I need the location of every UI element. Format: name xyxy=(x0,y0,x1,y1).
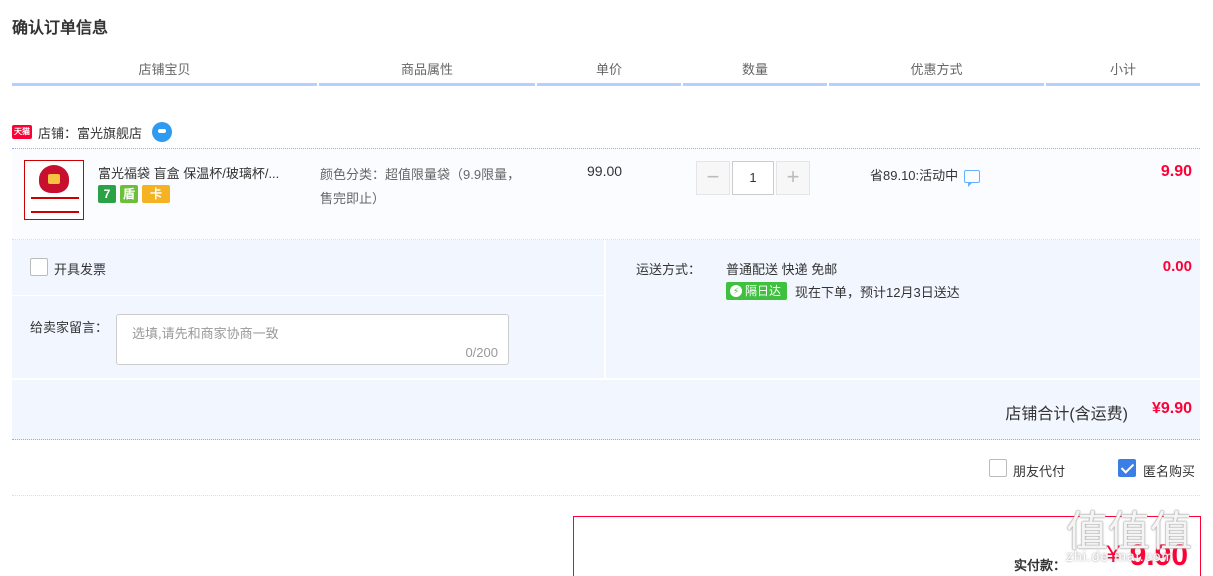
shipping-method: 普通配送 快递 免邮 xyxy=(726,262,838,277)
column-header-shop-item: 店铺宝贝 xyxy=(12,60,317,86)
shop-total-value: ¥9.90 xyxy=(1151,400,1192,417)
quantity-stepper: − 1 + xyxy=(696,161,810,195)
credit-card-icon[interactable]: 卡 xyxy=(142,185,170,203)
shipping-label: 运送方式： xyxy=(636,262,702,277)
seller-memo-textarea[interactable]: 选填,请先和商家协商一致 0/200 xyxy=(116,314,509,365)
next-day-badge-label: 隔日达 xyxy=(745,284,782,298)
page-title: 确认订单信息 xyxy=(12,20,109,37)
message-bubble-icon[interactable] xyxy=(964,170,981,187)
delivery-estimate: 现在下单，预计12月3日送达 xyxy=(795,285,960,300)
increase-quantity-button[interactable]: + xyxy=(776,161,810,195)
pane-divider xyxy=(604,240,606,378)
next-day-badge: ⚡ 隔日达 xyxy=(726,282,788,300)
quantity-input[interactable]: 1 xyxy=(732,161,774,195)
seven-day-return-icon[interactable]: 7 xyxy=(98,185,116,203)
column-header-discount: 优惠方式 xyxy=(829,60,1044,86)
item-thumbnail[interactable] xyxy=(24,160,84,220)
order-item-row: 富光福袋 盲盒 保温杯/玻璃杯/... 7 盾 卡 颜色分类：超值限量袋（9.9… xyxy=(12,148,1200,240)
memo-char-counter: 0/200 xyxy=(465,345,498,360)
discount-text: 省89.10:活动中 xyxy=(870,168,959,183)
item-subtotal: 9.90 xyxy=(1160,163,1192,180)
decrease-quantity-button[interactable]: − xyxy=(696,161,730,195)
anonymous-purchase-label: 匿名购买 xyxy=(1143,464,1196,479)
memo-label: 给卖家留言： xyxy=(30,320,109,335)
shop-total-label: 店铺合计(含运费) xyxy=(1005,406,1128,423)
invoice-row: 开具发票 xyxy=(12,240,604,296)
column-header-unit-price: 单价 xyxy=(537,60,681,86)
item-attributes: 颜色分类：超值限量袋（9.9限量，售完即止） xyxy=(320,167,521,206)
checkout-options-row: 朋友代付 匿名购买 xyxy=(12,456,1200,496)
friend-pay-label: 朋友代付 xyxy=(1013,464,1066,479)
lightning-icon: ⚡ xyxy=(730,285,742,297)
guarantee-shield-icon[interactable]: 盾 xyxy=(120,185,138,203)
item-name-link[interactable]: 富光福袋 盲盒 保温杯/玻璃杯/... xyxy=(98,163,312,182)
anonymous-purchase-checkbox[interactable] xyxy=(1118,459,1136,477)
chat-wangwang-icon[interactable] xyxy=(152,122,173,142)
actual-payment-value: 9.90 xyxy=(1129,539,1188,572)
column-header-quantity: 数量 xyxy=(683,60,827,86)
memo-placeholder: 选填,请先和商家协商一致 xyxy=(132,326,279,341)
column-header: 店铺宝贝 商品属性 单价 数量 优惠方式 小计 xyxy=(12,60,1200,86)
tmall-logo-icon: 天猫 xyxy=(12,125,32,139)
invoice-checkbox[interactable] xyxy=(30,258,48,276)
actual-payment-label: 实付款： xyxy=(1013,558,1066,573)
column-header-subtotal: 小计 xyxy=(1046,60,1200,86)
shop-row: 天猫 店铺：富光旗舰店 xyxy=(12,120,173,144)
column-header-attributes: 商品属性 xyxy=(319,60,535,86)
shop-name-link[interactable]: 店铺：富光旗舰店 xyxy=(38,123,142,142)
order-options-panel: 开具发票 给卖家留言： 选填,请先和商家协商一致 0/200 运送方式： 普通配… xyxy=(12,240,1200,378)
friend-pay-checkbox[interactable] xyxy=(989,459,1007,477)
payment-summary-box: 实付款： ¥ 9.90 xyxy=(573,516,1201,576)
currency-symbol: ¥ xyxy=(1106,541,1120,568)
lucky-bag-image xyxy=(39,165,69,193)
shipping-fee: 0.00 xyxy=(1162,258,1192,275)
service-badges: 7 盾 卡 xyxy=(98,185,170,203)
shop-total-row: 店铺合计(含运费) ¥9.90 xyxy=(12,378,1200,440)
invoice-label: 开具发票 xyxy=(54,262,107,277)
unit-price: 99.00 xyxy=(587,163,623,179)
discount-info: 省89.10:活动中 xyxy=(870,165,981,187)
